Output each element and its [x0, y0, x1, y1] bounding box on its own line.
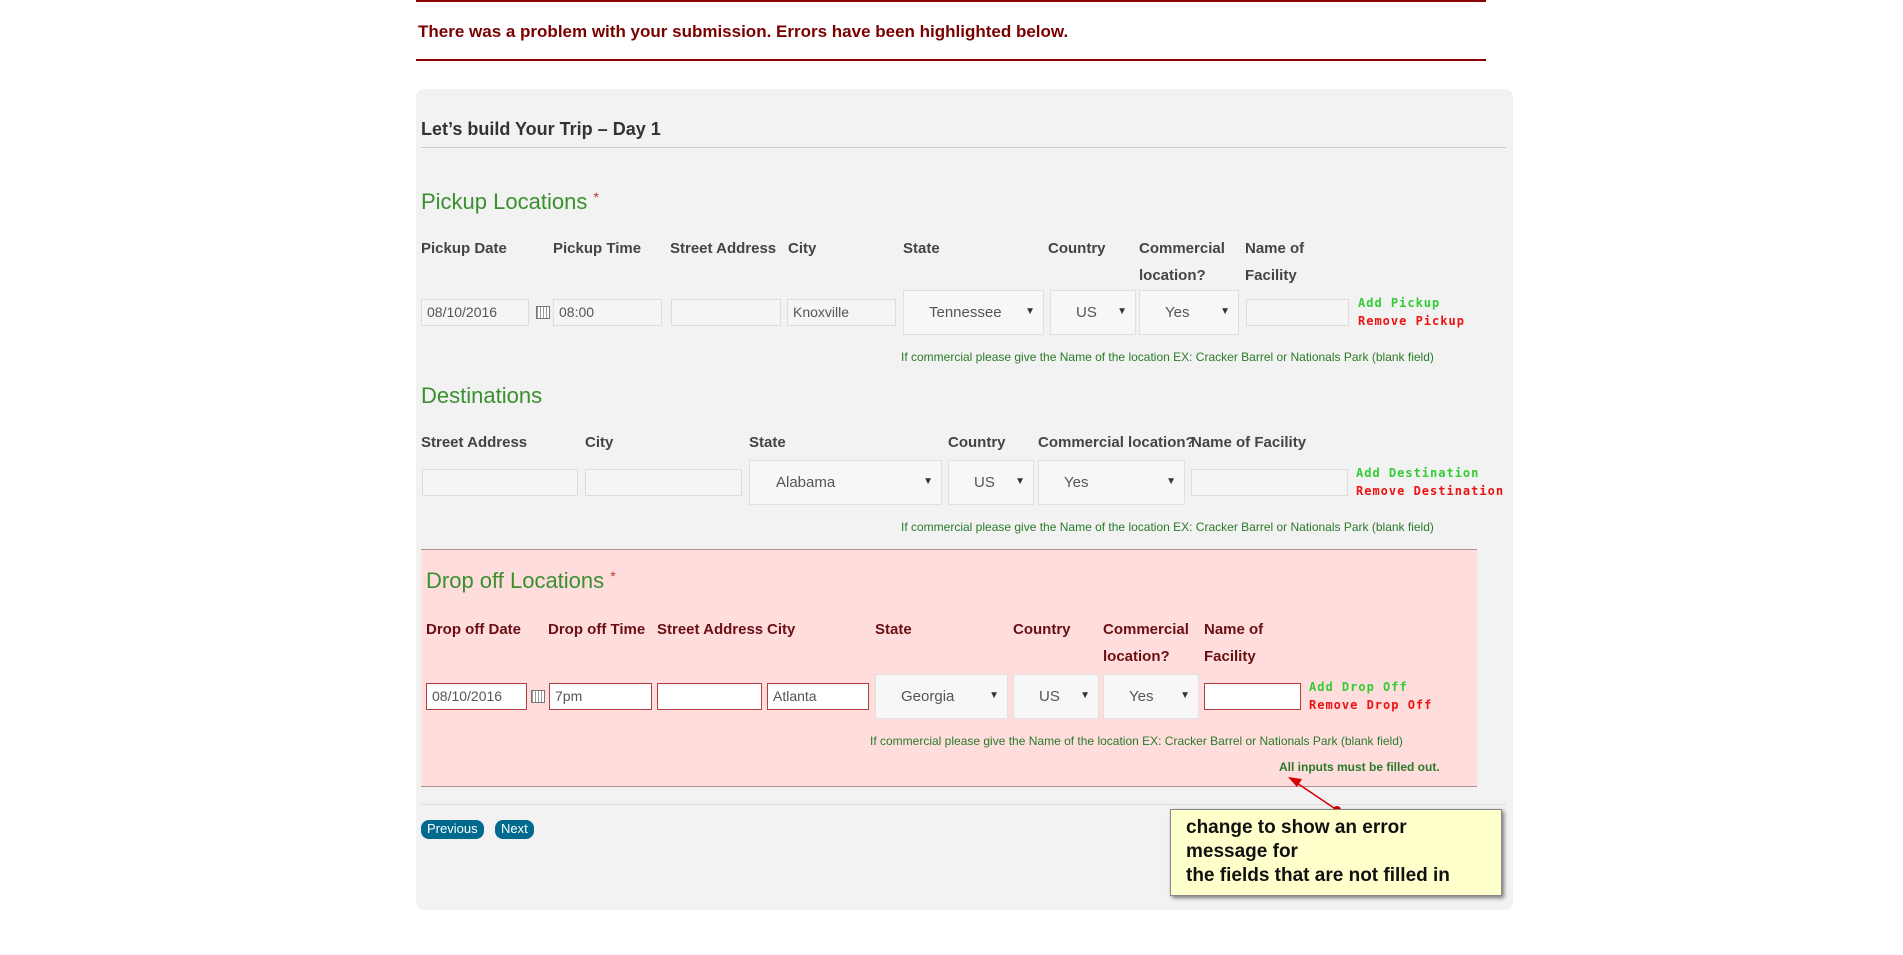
chevron-down-icon: ▼ — [1117, 306, 1127, 317]
label-dropoff-time: Drop off Time — [548, 621, 646, 638]
label-pickup-state: State — [903, 240, 940, 257]
add-pickup-link[interactable]: Add Pickup — [1358, 296, 1440, 310]
required-mark: * — [610, 568, 616, 584]
label-dest-country: Country — [948, 434, 1006, 451]
label-dropoff-date: Drop off Date — [426, 621, 521, 638]
dest-commercial-value: Yes — [1064, 474, 1089, 491]
destinations-heading: Destinations — [421, 383, 543, 408]
pickup-date-input[interactable]: 08/10/2016 — [421, 299, 529, 326]
label-pickup-date: Pickup Date — [421, 240, 507, 257]
pickup-state-select[interactable]: Tennessee ▼ — [903, 290, 1044, 335]
dest-state-value: Alabama — [776, 474, 836, 491]
dest-street-input[interactable] — [422, 469, 578, 496]
label-pickup-commercial-1: Commercial — [1139, 240, 1225, 257]
remove-destination-link[interactable]: Remove Destination — [1356, 484, 1504, 498]
dropoff-state-value: Georgia — [901, 688, 955, 705]
dest-city-input[interactable] — [585, 469, 742, 496]
pickup-state-value: Tennessee — [929, 304, 1002, 321]
dropoff-commercial-value: Yes — [1129, 688, 1154, 705]
pickup-heading-text: Pickup Locations — [421, 189, 588, 214]
annotation-line-1: change to show an error — [1186, 817, 1407, 838]
dest-facility-input[interactable] — [1191, 469, 1348, 496]
dropoff-state-select[interactable]: Georgia ▼ — [875, 674, 1008, 719]
dropoff-heading: Drop off Locations * — [426, 568, 616, 594]
dropoff-date-input[interactable]: 08/10/2016 — [426, 683, 527, 710]
annotation-note: change to show an error message for the … — [1170, 809, 1502, 896]
error-banner: There was a problem with your submission… — [416, 0, 1486, 61]
calendar-icon[interactable] — [531, 690, 545, 703]
form-title: Let’s build Your Trip – Day 1 — [421, 119, 661, 139]
pickup-hint: If commercial please give the Name of th… — [901, 350, 1434, 364]
pickup-commercial-value: Yes — [1165, 304, 1190, 321]
label-pickup-facility-1: Name of — [1245, 240, 1305, 257]
pickup-street-input[interactable] — [671, 299, 781, 326]
dest-country-select[interactable]: US ▼ — [948, 460, 1034, 505]
label-dropoff-street: Street Address — [657, 621, 764, 638]
pickup-country-select[interactable]: US ▼ — [1050, 290, 1136, 335]
remove-pickup-link[interactable]: Remove Pickup — [1358, 314, 1465, 328]
label-pickup-time: Pickup Time — [553, 240, 642, 257]
label-dest-state: State — [749, 434, 786, 451]
required-mark: * — [593, 189, 599, 205]
annotation-line-3: the fields that are not filled in — [1186, 865, 1450, 886]
pickup-heading: Pickup Locations * — [421, 189, 599, 215]
pickup-time-input[interactable]: 08:00 — [553, 299, 662, 326]
label-dropoff-facility-1: Name of — [1204, 621, 1264, 638]
label-pickup-city: City — [788, 240, 817, 257]
dropoff-country-value: US — [1039, 688, 1060, 705]
label-dropoff-commercial-1: Commercial — [1103, 621, 1189, 638]
pickup-city-input[interactable]: Knoxville — [787, 299, 896, 326]
title-divider — [421, 147, 1506, 148]
dropoff-country-select[interactable]: US ▼ — [1013, 674, 1099, 719]
chevron-down-icon: ▼ — [1220, 306, 1230, 317]
chevron-down-icon: ▼ — [1080, 690, 1090, 701]
chevron-down-icon: ▼ — [1025, 306, 1035, 317]
chevron-down-icon: ▼ — [923, 476, 933, 487]
label-dest-street: Street Address — [421, 434, 528, 451]
label-pickup-commercial-2: location? — [1139, 267, 1206, 284]
label-pickup-facility-2: Facility — [1245, 267, 1297, 284]
label-dropoff-country: Country — [1013, 621, 1071, 638]
dropoff-city-input[interactable]: Atlanta — [767, 683, 869, 710]
chevron-down-icon: ▼ — [1015, 476, 1025, 487]
dropoff-hint: If commercial please give the Name of th… — [870, 734, 1403, 748]
pickup-facility-input[interactable] — [1246, 299, 1349, 326]
label-dest-commercial: Commercial location? — [1038, 434, 1195, 451]
chevron-down-icon: ▼ — [989, 690, 999, 701]
dest-country-value: US — [974, 474, 995, 491]
dropoff-time-input[interactable]: 7pm — [549, 683, 652, 710]
previous-button[interactable]: Previous — [421, 820, 484, 839]
label-dest-city: City — [585, 434, 614, 451]
dest-state-select[interactable]: Alabama ▼ — [749, 460, 942, 505]
label-pickup-street: Street Address — [670, 240, 777, 257]
label-dropoff-city: City — [767, 621, 796, 638]
dropoff-commercial-select[interactable]: Yes ▼ — [1103, 674, 1199, 719]
next-button[interactable]: Next — [495, 820, 534, 839]
remove-dropoff-link[interactable]: Remove Drop Off — [1309, 698, 1432, 712]
add-dropoff-link[interactable]: Add Drop Off — [1309, 680, 1408, 694]
calendar-icon[interactable] — [536, 306, 550, 319]
pickup-commercial-select[interactable]: Yes ▼ — [1139, 290, 1239, 335]
label-pickup-country: Country — [1048, 240, 1106, 257]
annotation-line-2: message for — [1186, 841, 1298, 862]
label-dest-facility: Name of Facility — [1191, 434, 1307, 451]
error-banner-text: There was a problem with your submission… — [418, 22, 1069, 41]
pickup-country-value: US — [1076, 304, 1097, 321]
dropoff-error-panel: Drop off Locations * Drop off Date Drop … — [421, 549, 1477, 787]
dropoff-heading-text: Drop off Locations — [426, 568, 605, 593]
dropoff-street-input[interactable] — [657, 683, 762, 710]
chevron-down-icon: ▼ — [1180, 690, 1190, 701]
label-dropoff-state: State — [875, 621, 912, 638]
label-dropoff-commercial-2: location? — [1103, 648, 1170, 665]
dropoff-facility-input[interactable] — [1204, 683, 1301, 710]
destinations-hint: If commercial please give the Name of th… — [901, 520, 1434, 534]
label-dropoff-facility-2: Facility — [1204, 648, 1256, 665]
dest-commercial-select[interactable]: Yes ▼ — [1038, 460, 1185, 505]
chevron-down-icon: ▼ — [1166, 476, 1176, 487]
add-destination-link[interactable]: Add Destination — [1356, 466, 1479, 480]
